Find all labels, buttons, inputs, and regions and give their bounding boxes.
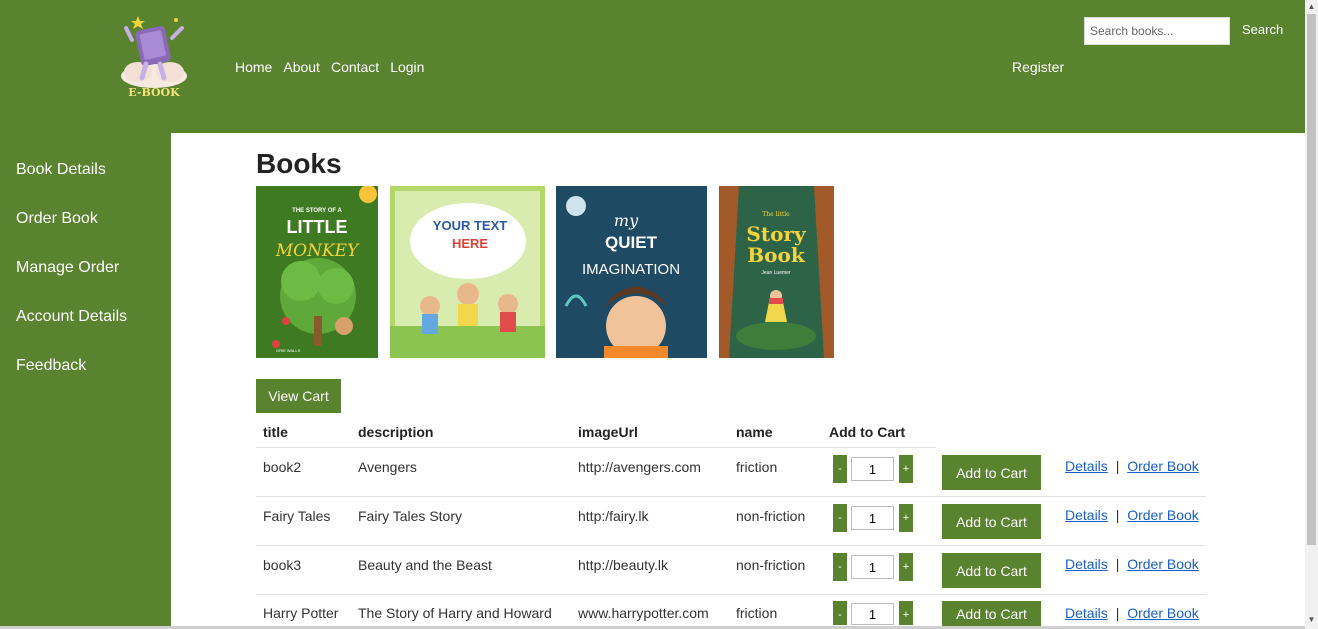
cell-title: Fairy Tales: [263, 508, 331, 524]
column-header-name: name: [736, 424, 773, 440]
quantity-input[interactable]: [851, 506, 894, 530]
your-text-here-cover-art: YOUR TEXT HERE: [390, 186, 545, 358]
nav-contact-link[interactable]: Contact: [331, 59, 379, 75]
nav-home-link[interactable]: Home: [235, 59, 272, 75]
cell-description: Avengers: [358, 459, 417, 475]
cell-imageurl: http://avengers.com: [578, 459, 701, 475]
cover-text: IMAGINATION: [582, 261, 680, 278]
row-divider: [256, 594, 1206, 595]
decrement-button[interactable]: -: [833, 553, 847, 581]
cover-text: THE STORY OF A: [292, 208, 342, 214]
column-header-imageurl: imageUrl: [578, 424, 638, 440]
link-separator: |: [1115, 507, 1120, 523]
quiet-imagination-cover-art: my QUIET IMAGINATION: [556, 186, 707, 358]
cover-text: HERE: [452, 236, 488, 251]
book-cover-story-book[interactable]: The little Story Book Jean Luemer: [719, 186, 834, 358]
order-book-link[interactable]: Order Book: [1127, 556, 1199, 572]
sidebar-item-account-details[interactable]: Account Details: [16, 308, 127, 326]
row-actions: Details | Order Book: [1065, 556, 1199, 572]
book-cover-little-monkey[interactable]: THE STORY OF A LITTLE MONKEY GRIE WALLS: [256, 186, 378, 358]
book-cover-quiet-imagination[interactable]: my QUIET IMAGINATION: [556, 186, 707, 358]
scroll-down-arrow-icon[interactable]: ▼: [1307, 615, 1316, 624]
scroll-up-arrow-icon[interactable]: ▲: [1307, 2, 1316, 11]
increment-button[interactable]: +: [899, 504, 913, 532]
nav-login-link[interactable]: Login: [390, 59, 424, 75]
cell-name: friction: [736, 605, 778, 621]
cell-description: The Story of Harry and Howard: [358, 605, 552, 621]
sidebar: [0, 133, 171, 629]
view-cart-button[interactable]: View Cart: [256, 379, 341, 413]
cell-name: non-friction: [736, 508, 806, 524]
link-separator: |: [1115, 556, 1120, 572]
table-header-divider: [256, 447, 936, 448]
quantity-input[interactable]: [851, 555, 894, 579]
increment-button[interactable]: +: [899, 553, 913, 581]
add-to-cart-button[interactable]: Add to Cart: [942, 553, 1041, 588]
sidebar-item-feedback[interactable]: Feedback: [16, 357, 86, 375]
cover-text: my: [614, 211, 639, 230]
cover-author-text: Jean Luemer: [761, 270, 791, 276]
decrement-button[interactable]: -: [833, 455, 847, 483]
link-separator: |: [1115, 458, 1120, 474]
link-separator: |: [1115, 605, 1120, 621]
cell-name: non-friction: [736, 557, 806, 573]
cell-title: book2: [263, 459, 302, 475]
sidebar-item-manage-order[interactable]: Manage Order: [16, 259, 119, 277]
row-actions: Details | Order Book: [1065, 605, 1199, 621]
sidebar-item-order-book[interactable]: Order Book: [16, 210, 98, 228]
row-divider: [256, 496, 1206, 497]
details-link[interactable]: Details: [1065, 605, 1108, 621]
logo-text: E-BOOK: [128, 86, 180, 99]
cover-text: MONKEY: [275, 241, 360, 261]
cover-text: Book: [747, 243, 806, 267]
page-title: Books: [256, 148, 342, 179]
quantity-input[interactable]: [851, 457, 894, 481]
top-header: E-BOOK Home About Contact Login Register…: [0, 0, 1305, 133]
story-book-cover-art: The little Story Book Jean Luemer: [719, 186, 834, 358]
add-to-cart-button[interactable]: Add to Cart: [942, 455, 1041, 490]
column-header-add-to-cart: Add to Cart: [829, 424, 906, 440]
cover-author-text: GRIE WALLS: [276, 348, 301, 353]
row-actions: Details | Order Book: [1065, 458, 1199, 474]
order-book-link[interactable]: Order Book: [1127, 458, 1199, 474]
cell-description: Fairy Tales Story: [358, 508, 462, 524]
main-nav: Home About Contact Login: [235, 59, 424, 75]
cell-title: book3: [263, 557, 302, 573]
nav-about-link[interactable]: About: [283, 59, 320, 75]
book-cover-your-text-here[interactable]: YOUR TEXT HERE: [390, 186, 545, 358]
order-book-link[interactable]: Order Book: [1127, 507, 1199, 523]
details-link[interactable]: Details: [1065, 458, 1108, 474]
row-divider: [256, 545, 1206, 546]
add-to-cart-button[interactable]: Add to Cart: [942, 601, 1041, 626]
cover-text: The little: [762, 211, 790, 218]
cover-text: YOUR TEXT: [433, 218, 507, 233]
register-link[interactable]: Register: [1012, 59, 1064, 75]
cover-text: LITTLE: [287, 217, 348, 237]
scrollbar-thumb[interactable]: [1307, 14, 1316, 545]
cell-imageurl: http:/fairy.lk: [578, 508, 649, 524]
cover-text: QUIET: [605, 233, 658, 252]
sidebar-item-book-details[interactable]: Book Details: [16, 161, 106, 179]
cell-name: friction: [736, 459, 778, 475]
search-button[interactable]: Search: [1236, 22, 1289, 37]
row-actions: Details | Order Book: [1065, 507, 1199, 523]
details-link[interactable]: Details: [1065, 556, 1108, 572]
little-monkey-cover-art: THE STORY OF A LITTLE MONKEY GRIE WALLS: [256, 186, 378, 358]
cell-imageurl: www.harrypotter.com: [578, 605, 709, 621]
details-link[interactable]: Details: [1065, 507, 1108, 523]
search-input[interactable]: [1084, 17, 1230, 45]
cell-imageurl: http://beauty.lk: [578, 557, 669, 573]
decrement-button[interactable]: -: [833, 504, 847, 532]
increment-button[interactable]: +: [899, 455, 913, 483]
column-header-title: title: [263, 424, 288, 440]
column-header-description: description: [358, 424, 434, 440]
increment-button[interactable]: +: [899, 601, 913, 625]
add-to-cart-button[interactable]: Add to Cart: [942, 504, 1041, 539]
order-book-link[interactable]: Order Book: [1127, 605, 1199, 621]
decrement-button[interactable]: -: [833, 601, 847, 625]
quantity-input[interactable]: [851, 603, 894, 625]
cell-description: Beauty and the Beast: [358, 557, 492, 573]
cell-title: Harry Potter: [263, 605, 339, 621]
